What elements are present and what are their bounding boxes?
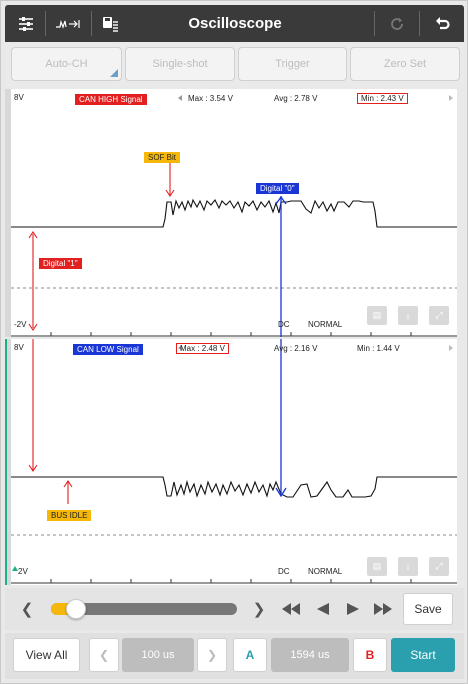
timebase-increase-button[interactable]: ❯: [197, 638, 227, 672]
scale-top-label: 8V: [14, 93, 24, 102]
coupling-label: DC: [278, 320, 290, 329]
mode-toolbar: Auto-CH Single-shot Trigger Zero Set: [5, 42, 464, 86]
max-readout: Max : 3.54 V: [188, 94, 233, 103]
digital-zero-label: Digital "0": [256, 183, 299, 194]
zero-set-button[interactable]: Zero Set: [350, 47, 460, 81]
max-readout: Max : 2.48 V: [176, 343, 229, 354]
bus-idle-label: BUS IDLE: [47, 510, 92, 521]
cursor-b-button[interactable]: B: [353, 638, 387, 672]
channel-low-panel[interactable]: 8V CAN LOW Signal Max : 2.48 V Avg : 2.1…: [11, 339, 457, 585]
auto-ch-label: Auto-CH: [45, 58, 88, 70]
scroll-left-icon: [178, 95, 182, 101]
divider: [419, 11, 420, 36]
channel-high-plot: [11, 95, 457, 337]
scroll-right-icon: [449, 95, 453, 101]
vertical-scale-icon[interactable]: ↕: [398, 306, 418, 325]
time-ticks: [50, 579, 412, 583]
divider: [45, 11, 46, 36]
signal-arrows-icon[interactable]: [51, 5, 85, 42]
single-shot-button[interactable]: Single-shot: [125, 47, 235, 81]
oscilloscope-app: Oscilloscope Auto-CH Single-shot Trigger…: [0, 0, 468, 684]
timebase-decrease-button[interactable]: ❮: [89, 638, 119, 672]
coupling-label: DC: [278, 567, 290, 576]
cursor-delta-value: 1594 us: [271, 638, 349, 672]
trigger-mode-label: NORMAL: [308, 320, 343, 329]
save-data-icon[interactable]: [97, 5, 123, 42]
next-frame-icon[interactable]: ❯: [249, 598, 269, 620]
fast-forward-icon[interactable]: [369, 598, 397, 620]
expand-icon[interactable]: ⤢: [429, 557, 449, 576]
save-button[interactable]: Save: [403, 593, 453, 625]
scale-bottom-label: 2V: [18, 567, 28, 576]
trigger-button[interactable]: Trigger: [238, 47, 347, 81]
refresh-icon[interactable]: [380, 5, 414, 42]
divider: [91, 11, 92, 36]
auto-ch-button[interactable]: Auto-CH: [11, 47, 122, 81]
digital-one-label: Digital "1": [39, 258, 82, 269]
chevron-right-icon: ❯: [206, 648, 218, 662]
start-button[interactable]: Start: [391, 638, 455, 672]
scale-bottom-label: -2V: [14, 320, 27, 329]
can-low-waveform: [11, 476, 457, 498]
sof-bit-label: SOF Bit: [144, 152, 181, 163]
scale-top-label: 8V: [14, 343, 24, 352]
signal-name-badge: CAN LOW Signal: [73, 344, 143, 355]
signal-name-badge: CAN HIGH Signal: [75, 94, 147, 105]
channel-low-plot: [11, 339, 457, 584]
footer-row: View All ❮ 100 us ❯ A 1594 us B Start: [5, 633, 464, 679]
can-high-waveform: [11, 198, 457, 228]
playback-row: ❮ ❯ Save: [5, 588, 464, 630]
avg-readout: Avg : 2.78 V: [274, 94, 318, 103]
channel-menu-icon[interactable]: ▤: [367, 306, 387, 325]
view-all-button[interactable]: View All: [13, 638, 80, 672]
channel-high-panel[interactable]: 8V CAN HIGH Signal Max : 3.54 V Avg : 2.…: [11, 89, 457, 337]
min-readout: Min : 2.43 V: [357, 93, 408, 104]
vertical-scale-icon[interactable]: ↕: [398, 557, 418, 576]
playback-slider[interactable]: [51, 599, 237, 619]
divider: [374, 11, 375, 36]
chevron-left-icon: ❮: [98, 648, 110, 662]
settings-sliders-icon[interactable]: [13, 5, 39, 42]
scroll-right-icon: [449, 345, 453, 351]
rewind-icon[interactable]: [277, 598, 305, 620]
timebase-value: 100 us: [122, 638, 194, 672]
channel-menu-icon[interactable]: ▤: [367, 557, 387, 576]
trigger-mode-label: NORMAL: [308, 567, 343, 576]
play-icon[interactable]: [339, 598, 367, 620]
step-back-icon[interactable]: [309, 598, 337, 620]
previous-frame-icon[interactable]: ❮: [17, 598, 37, 620]
expand-icon[interactable]: ⤢: [429, 306, 449, 325]
avg-readout: Avg : 2.16 V: [274, 344, 318, 353]
time-ticks: [50, 332, 412, 336]
back-icon[interactable]: [425, 5, 459, 42]
corner-indicator-icon: [110, 69, 118, 77]
top-bar: Oscilloscope: [5, 5, 464, 42]
cursor-a-button[interactable]: A: [233, 638, 267, 672]
slider-thumb[interactable]: [66, 599, 86, 619]
min-readout: Min : 1.44 V: [357, 344, 400, 353]
page-title: Oscilloscope: [188, 15, 282, 32]
